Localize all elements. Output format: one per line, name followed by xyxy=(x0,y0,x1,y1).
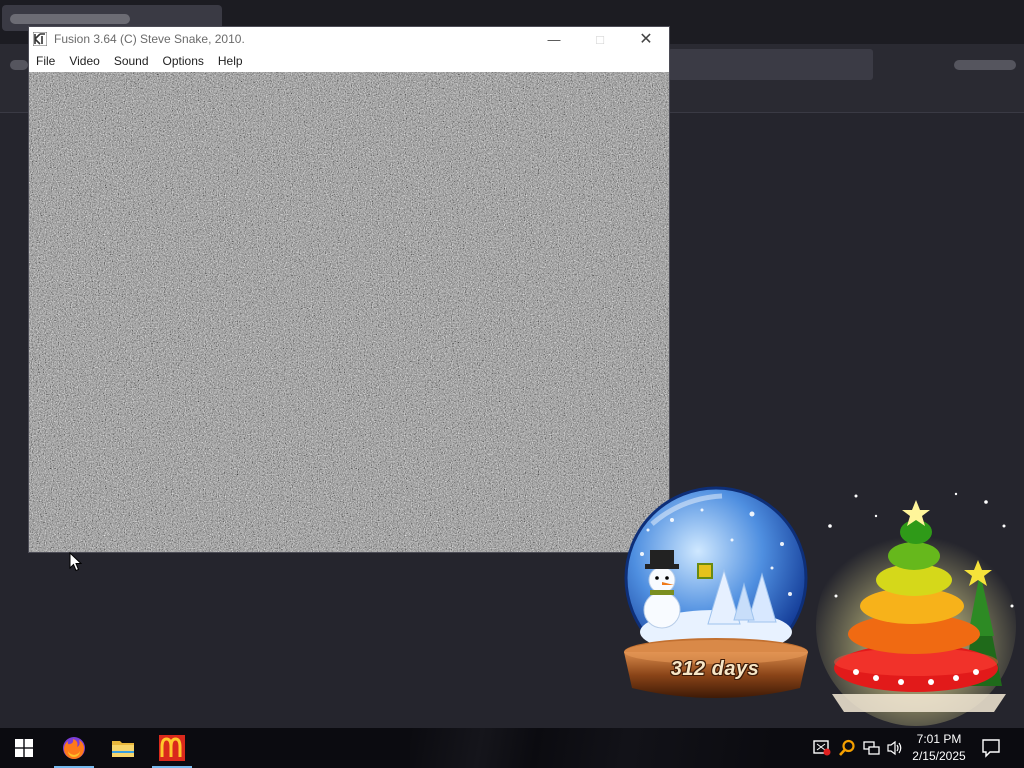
static-noise-display xyxy=(29,72,669,552)
taskbar-mcdonalds-app[interactable] xyxy=(148,728,196,768)
background-search-box[interactable] xyxy=(668,49,873,80)
menu-options[interactable]: Options xyxy=(156,51,211,72)
clock-date: 2/15/2025 xyxy=(912,749,966,763)
background-toolbar-pill xyxy=(10,60,28,70)
firefox-icon xyxy=(63,737,85,759)
minimize-button[interactable]: — xyxy=(531,27,577,51)
volume-icon[interactable] xyxy=(885,738,905,758)
fusion-app-icon xyxy=(33,32,47,46)
security-alert-icon[interactable] xyxy=(812,738,832,758)
maximize-button[interactable]: □ xyxy=(577,27,623,51)
background-tab-label-placeholder xyxy=(10,14,130,24)
search-icon[interactable] xyxy=(837,738,857,758)
notification-center-button[interactable] xyxy=(978,736,1004,760)
taskbar: 7:01 PM 2/15/2025 xyxy=(0,728,1024,768)
menu-video[interactable]: Video xyxy=(62,51,106,72)
close-icon: ✕ xyxy=(639,31,653,48)
menu-file[interactable]: File xyxy=(29,51,62,72)
notification-icon xyxy=(982,739,1000,758)
days-countdown-label: 312 days xyxy=(670,658,760,680)
mcdonalds-icon xyxy=(159,735,185,761)
background-toolbar-pill[interactable] xyxy=(954,60,1016,70)
fusion-window[interactable]: Fusion 3.64 (C) Steve Snake, 2010. — □ ✕… xyxy=(29,27,669,552)
taskbar-clock[interactable]: 7:01 PM 2/15/2025 xyxy=(906,731,972,765)
menu-bar: File Video Sound Options Help xyxy=(29,51,669,72)
menu-sound[interactable]: Sound xyxy=(107,51,156,72)
menu-help[interactable]: Help xyxy=(211,51,250,72)
taskbar-firefox[interactable] xyxy=(50,728,98,768)
close-button[interactable]: ✕ xyxy=(623,27,669,51)
window-title: Fusion 3.64 (C) Steve Snake, 2010. xyxy=(54,32,245,46)
windows-logo-icon xyxy=(15,739,33,757)
christmas-tree-icon[interactable] xyxy=(816,486,1022,726)
maximize-icon: □ xyxy=(596,31,604,47)
clock-time: 7:01 PM xyxy=(916,732,962,746)
taskbar-file-explorer[interactable] xyxy=(99,728,147,768)
window-title-bar[interactable]: Fusion 3.64 (C) Steve Snake, 2010. — □ ✕ xyxy=(29,27,669,51)
emulator-screen[interactable] xyxy=(29,72,669,552)
start-button[interactable] xyxy=(0,728,48,768)
folder-icon xyxy=(112,741,134,757)
mouse-cursor-icon xyxy=(69,552,83,572)
network-icon[interactable] xyxy=(861,738,881,758)
minimize-icon: — xyxy=(547,31,561,47)
taskbar-background xyxy=(410,728,770,768)
